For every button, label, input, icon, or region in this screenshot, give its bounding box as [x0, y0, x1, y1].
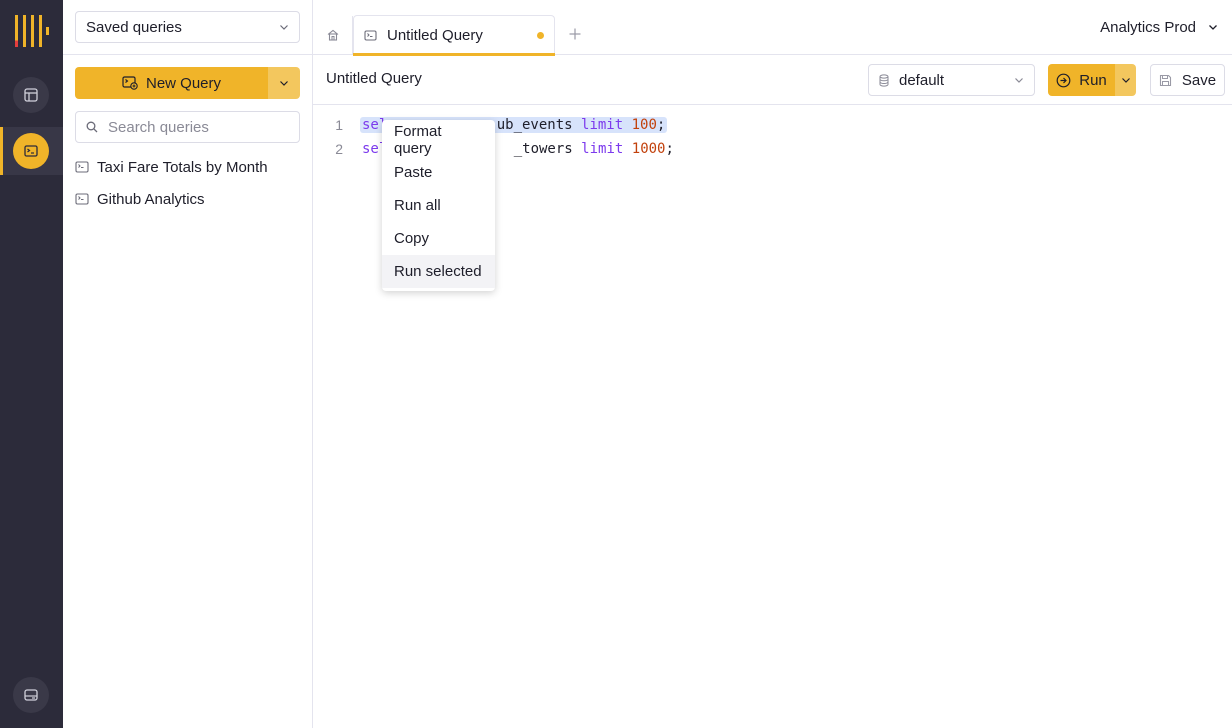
chevron-down-icon	[280, 81, 288, 86]
chevron-down-icon	[1209, 25, 1217, 30]
home-icon	[327, 29, 338, 41]
keyword: limit	[581, 117, 624, 133]
editor-context-menu: Format query Paste Run all Copy Run sele…	[382, 120, 495, 291]
semicolon: ;	[665, 141, 674, 157]
new-query-split-button: New Query	[75, 67, 300, 99]
service-name: Analytics Prod	[1100, 18, 1196, 36]
terminal-icon	[24, 145, 38, 157]
unsaved-indicator	[537, 32, 544, 39]
run-arrow-icon	[1056, 73, 1071, 87]
menu-item-copy[interactable]: Copy	[382, 222, 495, 255]
tab-bar: Untitled Query Analytics Prod	[313, 0, 1232, 56]
left-rail	[0, 0, 63, 728]
database-value: default	[899, 71, 945, 89]
tab-label: Untitled Query	[387, 27, 483, 44]
sql-editor[interactable]: 1 sele ub_events limit 100; 2 sele _towers…	[313, 105, 1232, 728]
save-button[interactable]: Save	[1150, 64, 1225, 96]
save-icon	[1159, 74, 1171, 86]
rail-item-dashboard[interactable]	[13, 77, 49, 113]
tab-home[interactable]	[313, 16, 353, 54]
terminal-icon	[75, 193, 89, 205]
menu-item-run-selected[interactable]: Run selected	[382, 255, 495, 288]
saved-query-name: Github Analytics	[97, 190, 205, 208]
number-literal: 1000	[631, 141, 666, 157]
layout-icon	[24, 88, 38, 102]
run-dropdown-button[interactable]	[1115, 64, 1136, 96]
rail-item-sql-console[interactable]	[13, 133, 49, 169]
keyword: limit	[581, 141, 624, 157]
new-query-button[interactable]: New Query	[75, 67, 268, 99]
chevron-down-icon	[280, 25, 288, 30]
add-tab-button[interactable]	[565, 22, 585, 46]
rail-active-indicator	[0, 127, 3, 175]
database-select[interactable]: default	[868, 64, 1035, 96]
main-area: Untitled Query Analytics Prod Untitled Q…	[313, 0, 1232, 728]
number-literal: 100	[631, 117, 657, 133]
view-select[interactable]: Saved queries	[75, 11, 300, 43]
menu-item-format-query[interactable]: Format query	[382, 123, 495, 157]
identifier: _towers	[513, 141, 573, 157]
queries-panel: Saved queries New Query Taxi Fare Totals…	[63, 0, 313, 728]
search-icon	[86, 121, 98, 133]
tab-untitled-query[interactable]: Untitled Query	[353, 15, 555, 56]
menu-item-run-all[interactable]: Run all	[382, 189, 495, 222]
save-label: Save	[1181, 71, 1217, 89]
database-icon	[879, 73, 889, 87]
query-title[interactable]: Untitled Query	[326, 70, 422, 87]
rail-item-panel-toggle[interactable]	[13, 677, 49, 713]
search-queries-field[interactable]	[75, 111, 300, 143]
app: Saved queries New Query Taxi Fare Totals…	[0, 0, 1232, 728]
view-select-value: Saved queries	[86, 18, 182, 36]
saved-query-name: Taxi Fare Totals by Month	[97, 158, 268, 176]
new-query-dropdown-button[interactable]	[268, 67, 300, 99]
plus-icon	[569, 28, 581, 40]
line-number: 2	[335, 141, 343, 157]
identifier: ub_events	[496, 117, 573, 133]
run-split-button: Run	[1048, 64, 1136, 96]
queries-panel-header: Saved queries	[63, 0, 312, 55]
semicolon: ;	[656, 117, 666, 133]
chevron-down-icon	[1015, 78, 1023, 83]
clickhouse-logo[interactable]	[15, 15, 49, 47]
saved-query-item[interactable]: Github Analytics	[63, 183, 312, 215]
saved-query-item[interactable]: Taxi Fare Totals by Month	[63, 151, 312, 183]
chevron-down-icon	[1121, 78, 1130, 83]
terminal-icon	[364, 30, 377, 41]
saved-queries-list: Taxi Fare Totals by Month Github Analyti…	[63, 151, 312, 215]
terminal-icon	[75, 161, 89, 173]
new-query-label: New Query	[145, 74, 222, 92]
run-label: Run	[1079, 71, 1107, 89]
panel-bottom-icon	[24, 689, 38, 701]
query-toolbar: Untitled Query default Run Save	[313, 55, 1232, 105]
search-queries-input[interactable]	[108, 118, 288, 136]
service-selector[interactable]: Analytics Prod	[1100, 16, 1218, 38]
new-query-icon	[122, 76, 138, 90]
menu-item-paste[interactable]: Paste	[382, 156, 495, 189]
run-button[interactable]: Run	[1048, 64, 1115, 96]
line-number: 1	[335, 117, 343, 133]
